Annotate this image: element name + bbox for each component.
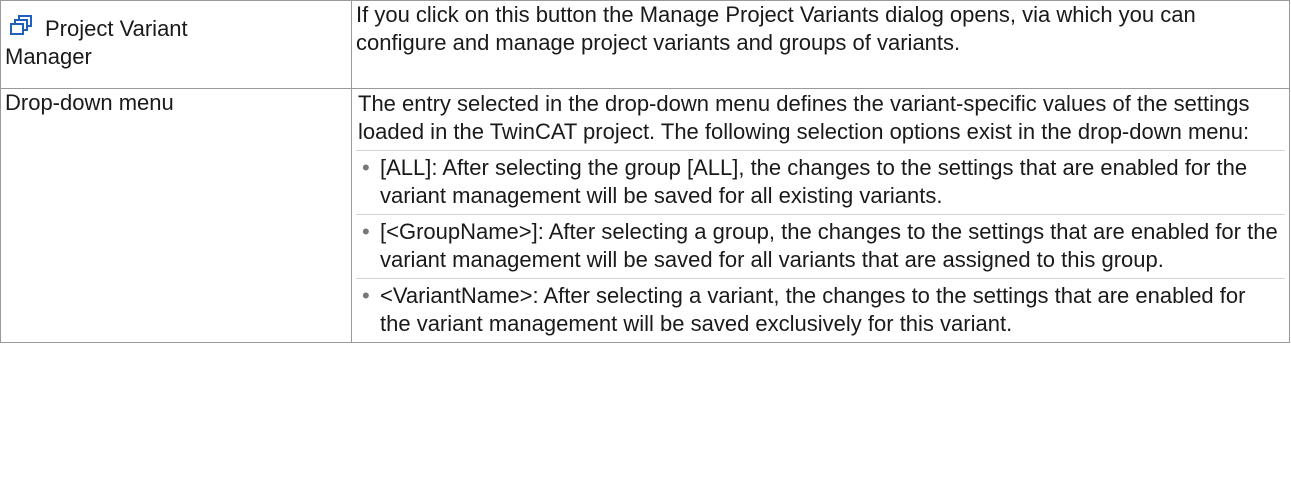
description-cell: If you click on this button the Manage P… [351,0,1290,89]
selection-options-list: • [ALL]: After selecting the group [ALL]… [356,150,1285,342]
description-text: If you click on this button the Manage P… [356,2,1196,55]
list-item: • [ALL]: After selecting the group [ALL]… [356,150,1285,214]
project-variant-manager-label-line2: Manager [5,44,92,69]
bullet-icon: • [362,219,370,244]
description-cell: The entry selected in the drop-down menu… [351,88,1290,343]
project-variants-icon[interactable] [9,14,33,38]
bullet-icon: • [362,283,370,308]
table-row: Project Variant Manager If you click on … [0,0,1290,89]
element-name-cell: Project Variant Manager [0,0,352,89]
drop-down-menu-label: Drop-down menu [5,90,174,115]
settings-description-table: Project Variant Manager If you click on … [0,0,1290,343]
list-item: • [<GroupName>]: After selecting a group… [356,214,1285,278]
option-text: [<GroupName>]: After selecting a group, … [380,219,1278,272]
bullet-icon: • [362,155,370,180]
project-variant-manager-label-line1: Project Variant [45,16,188,41]
option-text: <VariantName>: After selecting a variant… [380,283,1246,336]
table-row: Drop-down menu The entry selected in the… [0,88,1290,343]
list-item: • <VariantName>: After selecting a varia… [356,278,1285,342]
option-text: [ALL]: After selecting the group [ALL], … [380,155,1248,208]
description-intro: The entry selected in the drop-down menu… [358,91,1250,144]
element-name-cell: Drop-down menu [0,88,352,343]
